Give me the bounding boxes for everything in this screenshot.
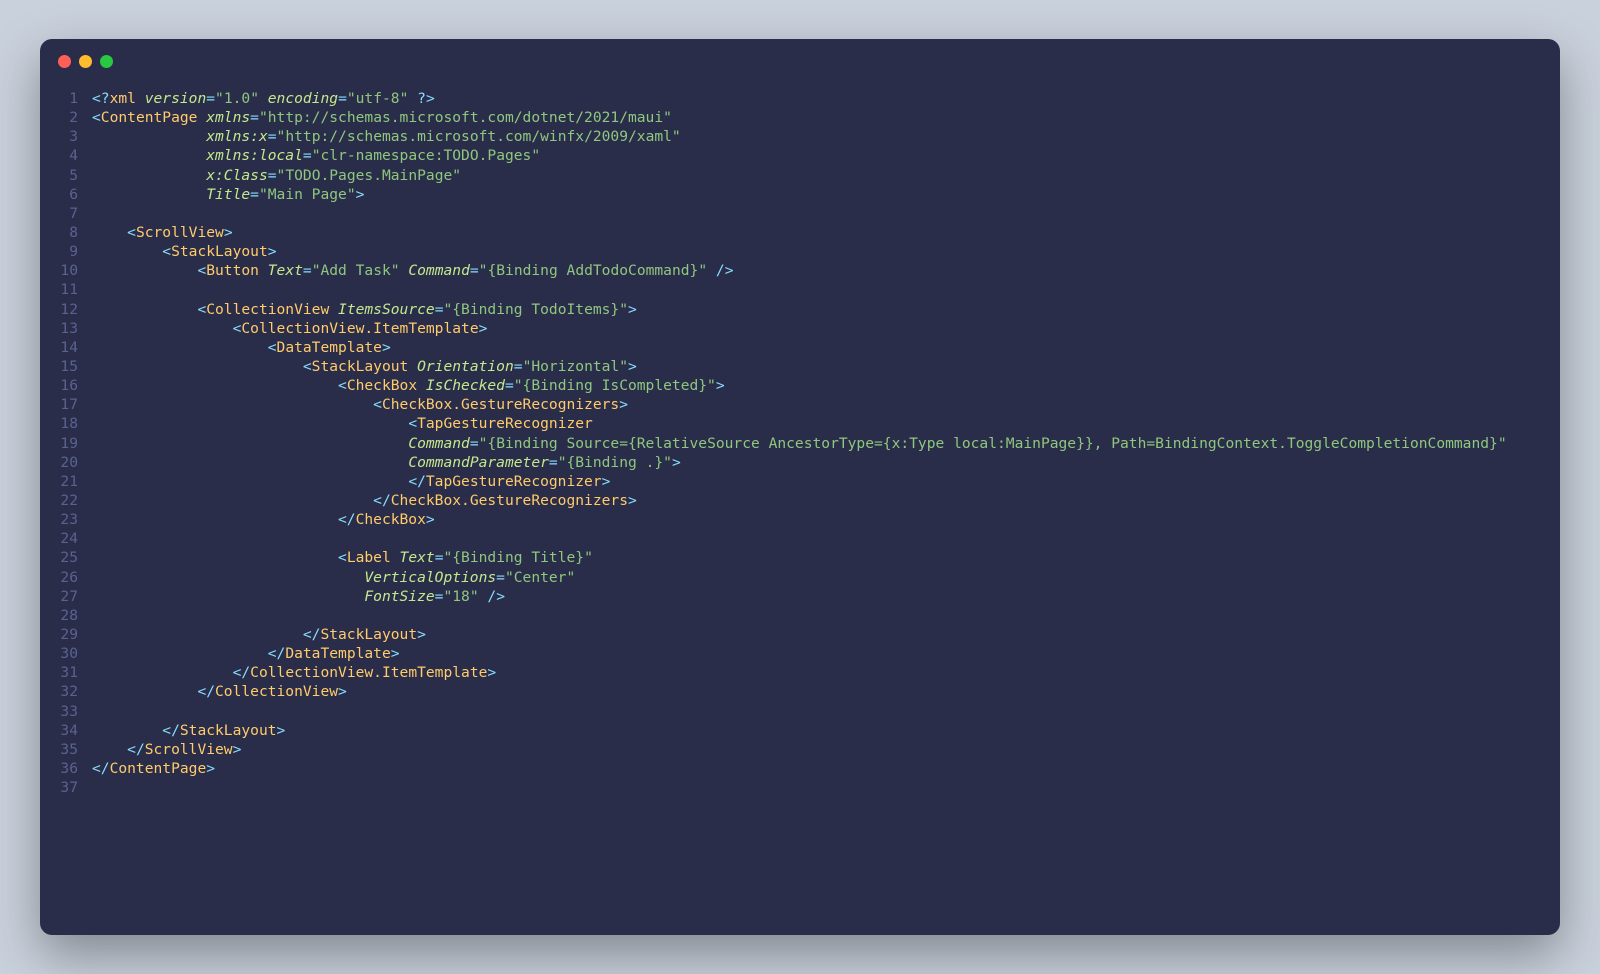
- line-number: 35: [40, 740, 78, 759]
- code-line: [92, 702, 1560, 721]
- code-line: <CheckBox IsChecked="{Binding IsComplete…: [92, 376, 1560, 395]
- code-line: <TapGestureRecognizer: [92, 414, 1560, 433]
- code-line: <DataTemplate>: [92, 338, 1560, 357]
- code-line: </ContentPage>: [92, 759, 1560, 778]
- line-number: 12: [40, 300, 78, 319]
- line-number: 15: [40, 357, 78, 376]
- line-number: 8: [40, 223, 78, 242]
- line-number: 3: [40, 127, 78, 146]
- code-line: <StackLayout Orientation="Horizontal">: [92, 357, 1560, 376]
- code-line: </ScrollView>: [92, 740, 1560, 759]
- code-line: <CheckBox.GestureRecognizers>: [92, 395, 1560, 414]
- code-content[interactable]: <?xml version="1.0" encoding="utf-8" ?><…: [92, 89, 1560, 917]
- code-line: <CollectionView ItemsSource="{Binding To…: [92, 300, 1560, 319]
- line-number: 17: [40, 395, 78, 414]
- line-number: 32: [40, 682, 78, 701]
- code-line: <ContentPage xmlns="http://schemas.micro…: [92, 108, 1560, 127]
- line-number: 9: [40, 242, 78, 261]
- code-line: </StackLayout>: [92, 625, 1560, 644]
- code-editor[interactable]: 1234567891011121314151617181920212223242…: [40, 83, 1560, 935]
- code-line: </TapGestureRecognizer>: [92, 472, 1560, 491]
- code-line: </CheckBox.GestureRecognizers>: [92, 491, 1560, 510]
- line-number: 26: [40, 568, 78, 587]
- line-number: 24: [40, 529, 78, 548]
- code-line: Command="{Binding Source={RelativeSource…: [92, 434, 1560, 453]
- code-line: FontSize="18" />: [92, 587, 1560, 606]
- line-number: 36: [40, 759, 78, 778]
- line-number: 10: [40, 261, 78, 280]
- code-line: [92, 606, 1560, 625]
- code-line: Title="Main Page">: [92, 185, 1560, 204]
- line-number: 11: [40, 280, 78, 299]
- code-line: </CollectionView>: [92, 682, 1560, 701]
- code-line: [92, 529, 1560, 548]
- line-number: 30: [40, 644, 78, 663]
- line-number: 28: [40, 606, 78, 625]
- code-line: </CheckBox>: [92, 510, 1560, 529]
- close-icon[interactable]: [58, 55, 71, 68]
- code-line: <Button Text="Add Task" Command="{Bindin…: [92, 261, 1560, 280]
- line-number: 21: [40, 472, 78, 491]
- line-number: 19: [40, 434, 78, 453]
- line-number: 2: [40, 108, 78, 127]
- line-number: 6: [40, 185, 78, 204]
- line-number: 22: [40, 491, 78, 510]
- code-line: <?xml version="1.0" encoding="utf-8" ?>: [92, 89, 1560, 108]
- line-number: 7: [40, 204, 78, 223]
- zoom-icon[interactable]: [100, 55, 113, 68]
- code-line: </DataTemplate>: [92, 644, 1560, 663]
- editor-window: 1234567891011121314151617181920212223242…: [40, 39, 1560, 935]
- line-number: 20: [40, 453, 78, 472]
- line-number: 18: [40, 414, 78, 433]
- line-number: 33: [40, 702, 78, 721]
- line-number: 29: [40, 625, 78, 644]
- code-line: </StackLayout>: [92, 721, 1560, 740]
- code-line: <StackLayout>: [92, 242, 1560, 261]
- line-number: 31: [40, 663, 78, 682]
- line-number: 1: [40, 89, 78, 108]
- line-number: 34: [40, 721, 78, 740]
- line-number: 23: [40, 510, 78, 529]
- code-line: <ScrollView>: [92, 223, 1560, 242]
- code-line: xmlns:local="clr-namespace:TODO.Pages": [92, 146, 1560, 165]
- code-line: <CollectionView.ItemTemplate>: [92, 319, 1560, 338]
- code-line: CommandParameter="{Binding .}">: [92, 453, 1560, 472]
- line-number: 4: [40, 146, 78, 165]
- line-number: 25: [40, 548, 78, 567]
- code-line: VerticalOptions="Center": [92, 568, 1560, 587]
- code-line: <Label Text="{Binding Title}": [92, 548, 1560, 567]
- code-line: [92, 204, 1560, 223]
- code-line: [92, 280, 1560, 299]
- line-number: 37: [40, 778, 78, 797]
- line-number-gutter: 1234567891011121314151617181920212223242…: [40, 89, 92, 917]
- line-number: 5: [40, 166, 78, 185]
- line-number: 16: [40, 376, 78, 395]
- code-line: [92, 778, 1560, 797]
- code-line: x:Class="TODO.Pages.MainPage": [92, 166, 1560, 185]
- code-line: </CollectionView.ItemTemplate>: [92, 663, 1560, 682]
- code-line: xmlns:x="http://schemas.microsoft.com/wi…: [92, 127, 1560, 146]
- line-number: 14: [40, 338, 78, 357]
- window-titlebar: [40, 39, 1560, 83]
- line-number: 27: [40, 587, 78, 606]
- line-number: 13: [40, 319, 78, 338]
- minimize-icon[interactable]: [79, 55, 92, 68]
